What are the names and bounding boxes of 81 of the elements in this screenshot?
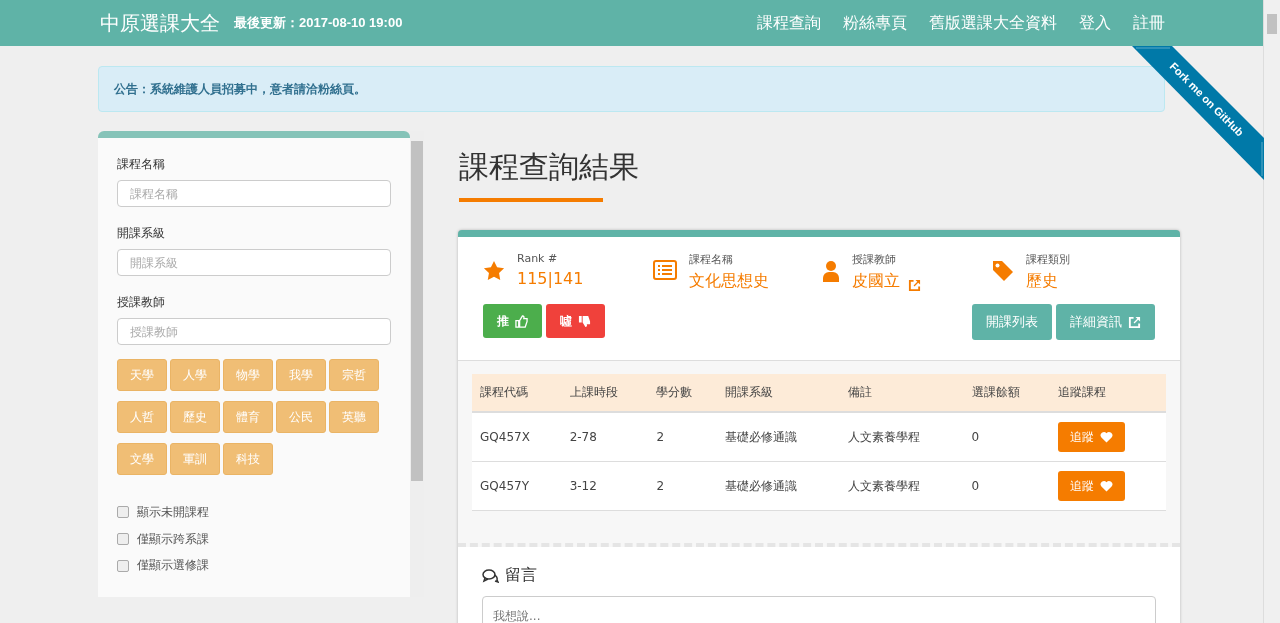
comment-field[interactable]: 我想說...	[482, 596, 1156, 623]
checkbox-label: 顯示未開課程	[137, 503, 209, 521]
input-field[interactable]: 課程名稱	[117, 180, 391, 207]
upvote-button[interactable]: 推	[483, 304, 542, 338]
column-header: 追蹤課程	[1050, 374, 1166, 412]
nav-link[interactable]: 登入	[1079, 12, 1111, 34]
action-button[interactable]: 開課列表	[972, 304, 1052, 340]
heart-icon	[1100, 480, 1114, 492]
info-label: 課程類別	[1025, 252, 1070, 267]
comments-title: 留言	[505, 565, 537, 586]
table-cell: 人文素養學程	[840, 461, 964, 511]
table-cell: GQ457X	[472, 412, 562, 462]
thumbs-down-icon	[578, 314, 591, 328]
info-value: 文化思想史	[688, 271, 769, 292]
table-cell: 2	[648, 412, 717, 462]
category-button[interactable]: 體育	[223, 401, 273, 433]
page-scrollbar[interactable]	[1263, 0, 1280, 623]
input-field[interactable]: 授課教師	[117, 318, 391, 345]
table-cell: 基礎必修通識	[716, 461, 841, 511]
column-header: 開課系級	[716, 374, 841, 412]
info-label: 課程名稱	[688, 252, 734, 267]
field-label: 開課系級	[117, 225, 166, 242]
nav-link[interactable]: 註冊	[1133, 12, 1165, 34]
category-button[interactable]: 物學	[223, 359, 273, 391]
category-button[interactable]: 文學	[117, 443, 167, 475]
checkbox-label: 僅顯示選修課	[137, 557, 209, 575]
category-button[interactable]: 宗哲	[329, 359, 379, 391]
checkbox[interactable]	[117, 533, 129, 545]
comments-icon	[482, 568, 499, 583]
column-header: 選課餘額	[963, 374, 1051, 412]
category-button[interactable]: 人學	[170, 359, 220, 391]
info-label: Rank #	[517, 252, 559, 265]
category-button[interactable]: 公民	[276, 401, 326, 433]
table-cell: 2-78	[561, 412, 649, 462]
checkbox[interactable]	[117, 559, 129, 572]
table-cell: 2	[648, 461, 717, 511]
nav-link[interactable]: 課程查詢	[757, 12, 821, 34]
category-button[interactable]: 科技	[223, 443, 273, 475]
field-label: 授課教師	[117, 294, 166, 311]
category-button[interactable]: 天學	[117, 359, 167, 391]
external-link-icon	[908, 279, 921, 292]
follow-button[interactable]: 追蹤	[1058, 471, 1126, 501]
downvote-button[interactable]: 噓	[546, 304, 605, 338]
heart-icon	[1100, 431, 1114, 443]
table-cell: 3-12	[561, 461, 649, 511]
category-button[interactable]: 我學	[276, 359, 326, 391]
table-cell: 0	[963, 461, 1051, 511]
external-link-icon	[1128, 315, 1141, 329]
info-value[interactable]: 皮國立	[852, 271, 900, 292]
checkbox[interactable]	[117, 506, 129, 519]
info-value: 歷史	[1025, 271, 1058, 292]
info-value: 115|141	[517, 269, 584, 288]
category-button[interactable]: 人哲	[117, 401, 167, 433]
follow-button[interactable]: 追蹤	[1058, 422, 1126, 452]
category-button[interactable]: 英聽	[329, 401, 379, 433]
table-cell: GQ457Y	[472, 461, 562, 511]
column-header: 上課時段	[561, 374, 649, 412]
info-label: 授課教師	[852, 252, 897, 267]
thumbs-up-icon	[515, 314, 528, 328]
field-label: 課程名稱	[117, 156, 166, 173]
table-cell: 基礎必修通識	[716, 412, 841, 462]
column-header: 備註	[840, 374, 964, 412]
update-time: 最後更新：2017-08-10 19:00	[234, 14, 403, 32]
notice-banner: 公告：系統維護人員招募中，意者請洽粉絲頁。	[98, 66, 1165, 112]
nav-link[interactable]: 舊版選課大全資料	[929, 12, 1057, 34]
action-button[interactable]: 詳細資訊	[1056, 304, 1155, 340]
checkbox-label: 僅顯示跨系課	[137, 530, 209, 548]
tag-icon	[991, 260, 1014, 282]
nav-link[interactable]: 粉絲專頁	[843, 12, 907, 34]
page-title: 課程查詢結果	[459, 148, 640, 186]
table-cell: 人文素養學程	[840, 412, 964, 462]
category-button[interactable]: 歷史	[170, 401, 220, 433]
star-icon	[483, 260, 505, 282]
input-field[interactable]: 開課系級	[117, 249, 391, 276]
person-icon	[822, 260, 840, 282]
table-cell: 0	[963, 412, 1051, 462]
column-header: 學分數	[648, 374, 717, 412]
list-icon	[652, 260, 677, 280]
site-title[interactable]: 中原選課大全	[100, 9, 220, 37]
category-button[interactable]: 軍訓	[170, 443, 220, 475]
column-header: 課程代碼	[472, 374, 562, 412]
